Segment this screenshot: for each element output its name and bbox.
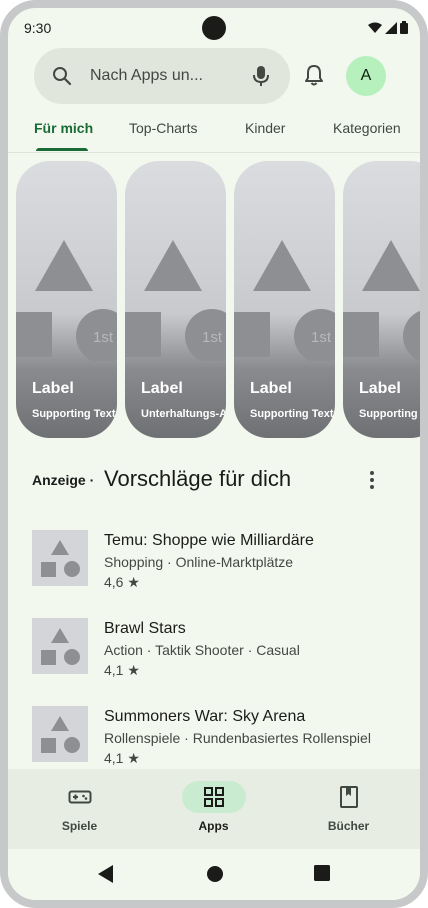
gamepad-icon xyxy=(68,790,92,804)
placeholder-shapes-icon xyxy=(41,716,80,753)
microphone-icon[interactable] xyxy=(252,65,270,87)
app-name: Temu: Shoppe wie Milliardäre xyxy=(104,532,314,549)
app-name: Summoners War: Sky Arena xyxy=(104,708,306,725)
card-label: Label xyxy=(141,380,183,397)
suggestions-header: Anzeige · Vorschläge für dich xyxy=(32,466,412,496)
app-icon-placeholder xyxy=(32,706,88,762)
apps-grid-icon xyxy=(204,787,224,807)
placeholder-shapes-icon xyxy=(41,540,80,577)
ad-label: Anzeige · xyxy=(32,472,95,488)
search-icon xyxy=(53,67,72,86)
signal-icon xyxy=(385,21,397,34)
battery-icon xyxy=(400,21,408,34)
app-category: Rollenspiele · Rundenbasiertes Rollenspi… xyxy=(104,730,371,746)
card-supporting-text: Unterhaltungs-Apps xyxy=(141,408,226,420)
card-supporting-text: Supporting Text xyxy=(32,408,116,420)
app-category: Shopping · Online-Marktplätze xyxy=(104,554,294,570)
app-icon-placeholder xyxy=(32,618,88,674)
carousel-card[interactable]: 1st Label Unterhaltungs-Apps xyxy=(125,161,226,438)
wifi-icon xyxy=(368,22,382,33)
camera-cutout xyxy=(202,16,226,40)
badge-text: 1st xyxy=(202,329,223,346)
tab-kinder[interactable]: Kinder xyxy=(245,120,285,136)
recents-icon[interactable] xyxy=(314,865,330,881)
category-tabs: Für mich Top-Charts Kinder Kategorien xyxy=(8,108,420,153)
card-label: Label xyxy=(32,380,74,397)
card-supporting-text: Supporting Text xyxy=(250,408,334,420)
carousel-card[interactable]: 1st Label Supporting Text xyxy=(343,161,420,438)
bottom-navigation: Spiele Apps Bücher xyxy=(8,769,420,849)
app-category: Action · Taktik Shooter · Casual xyxy=(104,642,300,658)
nav-label: Apps xyxy=(198,819,229,833)
app-rating: 4,6 ★ xyxy=(104,574,140,590)
card-label: Label xyxy=(250,380,292,397)
account-avatar[interactable]: A xyxy=(346,56,386,96)
nav-item-apps[interactable]: Apps xyxy=(145,769,282,849)
nav-label: Spiele xyxy=(61,819,98,833)
placeholder-shapes-icon xyxy=(41,628,80,665)
notifications-bell-icon[interactable] xyxy=(304,64,324,86)
app-list-item[interactable]: Summoners War: Sky Arena Rollenspiele · … xyxy=(32,706,412,766)
badge-text: 1st xyxy=(93,329,114,346)
device-frame: 9:30 Nach Apps un... A Für mich Top-Char… xyxy=(0,0,428,908)
active-tab-indicator xyxy=(36,148,88,151)
featured-carousel: 1st Label Supporting Text 1st Label Unte… xyxy=(16,161,420,439)
app-rating: 4,1 ★ xyxy=(104,750,140,766)
nav-label: Bücher xyxy=(327,819,370,833)
nav-item-buecher[interactable]: Bücher xyxy=(280,769,417,849)
home-icon[interactable] xyxy=(206,865,224,883)
system-navigation-bar xyxy=(8,849,420,900)
search-bar[interactable]: Nach Apps un... xyxy=(34,48,290,104)
status-time: 9:30 xyxy=(24,20,52,36)
tab-fuer-mich[interactable]: Für mich xyxy=(34,120,93,136)
screen: 9:30 Nach Apps un... A Für mich Top-Char… xyxy=(8,8,420,900)
app-name: Brawl Stars xyxy=(104,620,186,637)
placeholder-shapes-icon: 1st xyxy=(125,240,226,361)
section-title: Vorschläge für dich xyxy=(104,466,292,491)
tab-kategorien[interactable]: Kategorien xyxy=(333,120,401,136)
app-list-item[interactable]: Brawl Stars Action · Taktik Shooter · Ca… xyxy=(32,618,412,678)
carousel-card[interactable]: 1st Label Supporting Text xyxy=(16,161,117,438)
status-icons xyxy=(368,21,408,34)
card-label: Label xyxy=(359,380,401,397)
tab-top-charts[interactable]: Top-Charts xyxy=(129,120,197,136)
placeholder-shapes-icon: 1st xyxy=(234,240,335,361)
carousel-card[interactable]: 1st Label Supporting Text xyxy=(234,161,335,438)
app-icon-placeholder xyxy=(32,530,88,586)
search-input[interactable]: Nach Apps un... xyxy=(90,67,203,85)
app-list-item[interactable]: Temu: Shoppe wie Milliardäre Shopping · … xyxy=(32,530,412,590)
more-options-icon[interactable] xyxy=(362,470,382,490)
app-rating: 4,1 ★ xyxy=(104,662,140,678)
placeholder-shapes-icon: 1st xyxy=(343,240,420,361)
back-icon[interactable] xyxy=(98,865,114,883)
card-supporting-text: Supporting Text xyxy=(359,408,420,420)
nav-item-spiele[interactable]: Spiele xyxy=(11,769,148,849)
book-icon xyxy=(340,786,358,808)
badge-text: 1st xyxy=(311,329,332,346)
status-bar: 9:30 xyxy=(8,8,420,48)
placeholder-shapes-icon: 1st xyxy=(16,240,117,361)
